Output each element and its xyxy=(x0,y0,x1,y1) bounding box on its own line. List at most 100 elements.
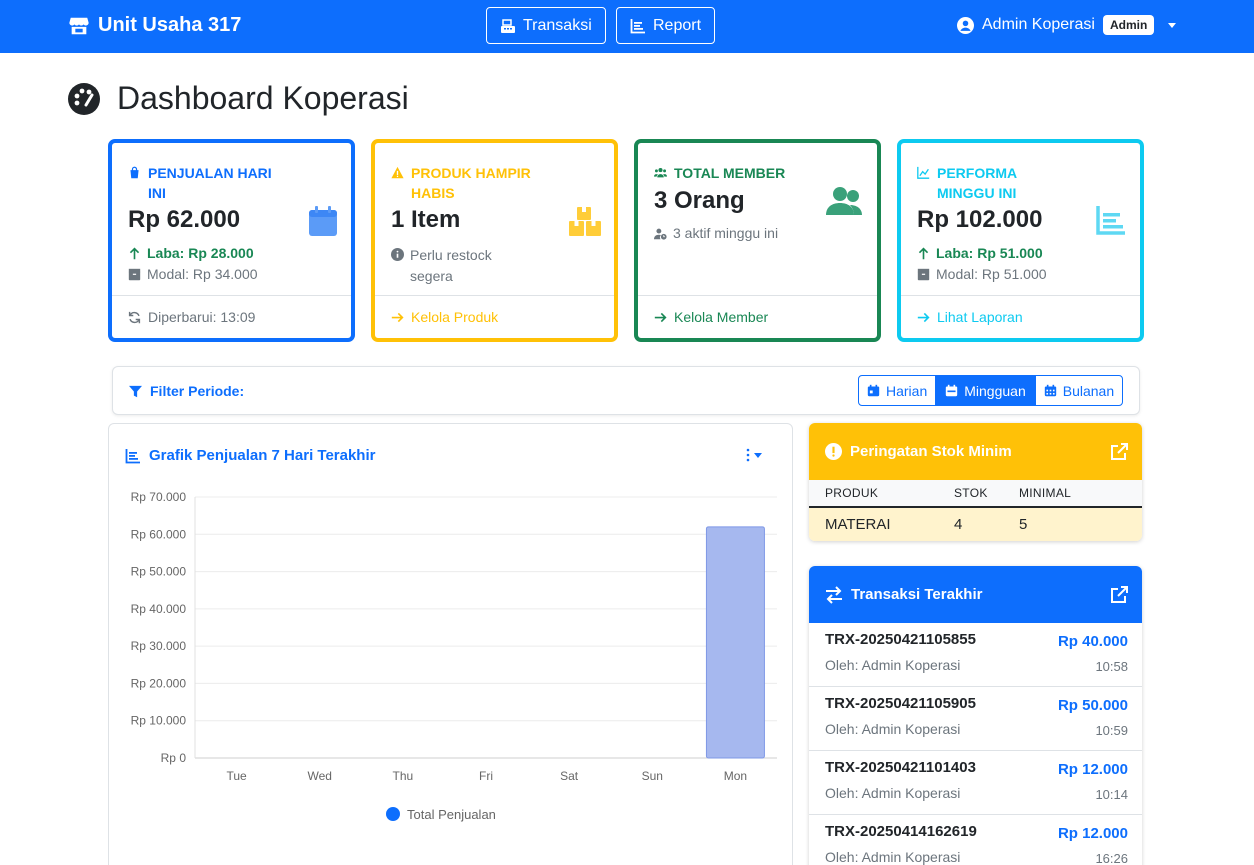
transaction-time: 10:58 xyxy=(1095,659,1128,674)
page-title: Dashboard Koperasi xyxy=(117,80,409,116)
y-tick-label: Rp 60.000 xyxy=(131,527,187,541)
stock-alert-card: Peringatan Stok Minim PRODUK STOK MINIMA… xyxy=(809,423,1142,541)
minimum-cell: 5 xyxy=(1003,507,1142,541)
nav-report-label: Report xyxy=(653,16,702,34)
stock-alert-title: Peringatan Stok Minim xyxy=(850,443,1012,460)
kelola-member-link[interactable]: Kelola Member xyxy=(638,295,877,338)
y-tick-label: Rp 10.000 xyxy=(131,714,187,728)
weekly-profit-text: Laba: Rp 51.000 xyxy=(936,245,1043,261)
member-card: Total Member 3 Orang 3 aktif minggu ini … xyxy=(634,139,881,342)
shopping-bag-icon xyxy=(130,166,139,179)
weekly-capital: Modal: Rp 51.000 xyxy=(917,266,1047,282)
y-tick-label: Rp 30.000 xyxy=(131,639,187,653)
calendar-icon xyxy=(309,206,337,236)
column-header: MINIMAL xyxy=(1003,480,1142,508)
calendar-alt-icon xyxy=(1044,384,1056,397)
weekly-card-label: Performa Minggu Ini xyxy=(917,163,1067,203)
weekly-profit: Laba: Rp 51.000 xyxy=(917,245,1043,261)
transaction-time: 10:59 xyxy=(1095,723,1128,738)
users-large-icon xyxy=(826,187,862,215)
sales-profit: Laba: Rp 28.000 xyxy=(128,245,254,261)
calendar-week-icon xyxy=(946,384,958,397)
filter-title: Filter Periode: xyxy=(129,383,244,399)
transaction-by: Oleh: Admin Koperasi xyxy=(825,657,961,673)
lihat-laporan-link[interactable]: Lihat Laporan xyxy=(901,295,1140,338)
transactions-header: Transaksi Terakhir xyxy=(809,566,1142,623)
chart-area-icon xyxy=(917,166,930,179)
bar xyxy=(705,526,765,759)
sales-card-footer: Diperbarui: 13:09 xyxy=(112,295,351,338)
role-badge: Admin xyxy=(1102,15,1155,35)
refresh-icon xyxy=(128,311,141,323)
transaction-item[interactable]: TRX-20250421105855 Oleh: Admin Koperasi … xyxy=(809,623,1142,687)
stock-note: Perlu restock segera xyxy=(391,245,521,287)
sales-value: Rp 62.000 xyxy=(128,206,241,233)
palette-icon xyxy=(68,82,100,115)
stock-card: Produk Hampir Habis 1 Item Perlu restock… xyxy=(371,139,618,342)
filter-title-text: Filter Periode: xyxy=(150,383,245,399)
transaction-amount: Rp 12.000 xyxy=(1057,825,1128,842)
sales-capital: Modal: Rp 34.000 xyxy=(128,266,258,282)
lihat-laporan-text: Lihat Laporan xyxy=(937,309,1023,325)
transaction-by: Oleh: Admin Koperasi xyxy=(825,785,961,801)
sales-profit-text: Laba: Rp 28.000 xyxy=(147,245,254,261)
nav-report-button[interactable]: Report xyxy=(616,7,716,44)
column-header: STOK xyxy=(938,480,1003,508)
sales-label-text: Penjualan Hari Ini xyxy=(148,165,272,201)
navbar: Unit Usaha 317 Transaksi Report Admin Ko… xyxy=(0,0,1254,53)
box-icon xyxy=(917,268,930,280)
x-tick-label: Fri xyxy=(479,769,493,783)
sales-bar-chart: Rp 0 Rp 10.000 Rp 20.000 Rp 30.000 Rp 40.000… xyxy=(131,490,777,822)
transaction-by: Oleh: Admin Koperasi xyxy=(825,849,961,865)
y-tick-label: Rp 20.000 xyxy=(131,676,187,690)
x-tick-label: Sun xyxy=(642,769,663,783)
legend-label: Total Penjualan xyxy=(407,807,496,822)
filter-mingguan-label: Mingguan xyxy=(964,382,1026,399)
nav-transaksi-button[interactable]: Transaksi xyxy=(486,7,606,44)
x-tick-label: Tue xyxy=(226,769,247,783)
transaction-item[interactable]: TRX-20250414162619 Oleh: Admin Koperasi … xyxy=(809,815,1142,865)
kelola-produk-link[interactable]: Kelola Produk xyxy=(375,295,614,338)
transaction-id: TRX-20250414162619 xyxy=(825,823,977,840)
arrow-right-icon xyxy=(917,312,930,322)
weekly-card: Performa Minggu Ini Rp 102.000 Laba: Rp … xyxy=(897,139,1144,342)
store-icon xyxy=(69,17,89,34)
brand-link[interactable]: Unit Usaha 317 xyxy=(68,14,241,37)
user-clock-icon xyxy=(654,228,667,240)
user-name: Admin Koperasi xyxy=(982,16,1095,33)
filter-harian-button[interactable]: Harian xyxy=(858,375,937,406)
exclamation-circle-icon xyxy=(825,443,842,460)
arrow-right-icon xyxy=(654,312,667,322)
external-link-icon[interactable] xyxy=(1110,442,1128,461)
external-link-icon[interactable] xyxy=(1110,585,1128,604)
filter-mingguan-button[interactable]: Mingguan xyxy=(936,375,1035,406)
transaction-item[interactable]: TRX-20250421105905 Oleh: Admin Koperasi … xyxy=(809,687,1142,751)
x-tick-label: Mon xyxy=(724,769,747,783)
arrow-right-icon xyxy=(391,312,404,322)
transactions-title: Transaksi Terakhir xyxy=(851,586,983,603)
sales-card: Penjualan Hari Ini Rp 62.000 Laba: Rp 28… xyxy=(108,139,355,342)
y-tick-label: Rp 40.000 xyxy=(131,602,187,616)
user-menu[interactable]: Admin Koperasi Admin xyxy=(957,15,1177,35)
cash-register-icon xyxy=(501,18,515,33)
weekly-label-text: Performa Minggu Ini xyxy=(937,165,1017,201)
arrow-up-icon xyxy=(918,246,929,259)
chart-bar-icon xyxy=(1096,206,1125,235)
weekly-capital-text: Modal: Rp 51.000 xyxy=(936,266,1047,282)
box-icon xyxy=(128,268,141,280)
kelola-produk-text: Kelola Produk xyxy=(411,309,499,325)
filter-bulanan-button[interactable]: Bulanan xyxy=(1034,375,1124,406)
stock-note-text: Perlu restock segera xyxy=(410,247,492,284)
users-icon xyxy=(654,168,667,178)
transaction-item[interactable]: TRX-20250421101403 Oleh: Admin Koperasi … xyxy=(809,751,1142,815)
stock-alert-header: Peringatan Stok Minim xyxy=(809,423,1142,480)
member-note: 3 aktif minggu ini xyxy=(654,225,778,241)
x-tick-label: Wed xyxy=(307,769,331,783)
transaction-time: 16:26 xyxy=(1095,851,1128,865)
transaction-by: Oleh: Admin Koperasi xyxy=(825,721,961,737)
filter-bulanan-label: Bulanan xyxy=(1062,382,1115,399)
legend-swatch xyxy=(386,807,400,821)
brand-name: Unit Usaha 317 xyxy=(98,14,242,36)
arrow-up-icon xyxy=(129,246,140,259)
stock-value: 1 Item xyxy=(391,206,461,233)
